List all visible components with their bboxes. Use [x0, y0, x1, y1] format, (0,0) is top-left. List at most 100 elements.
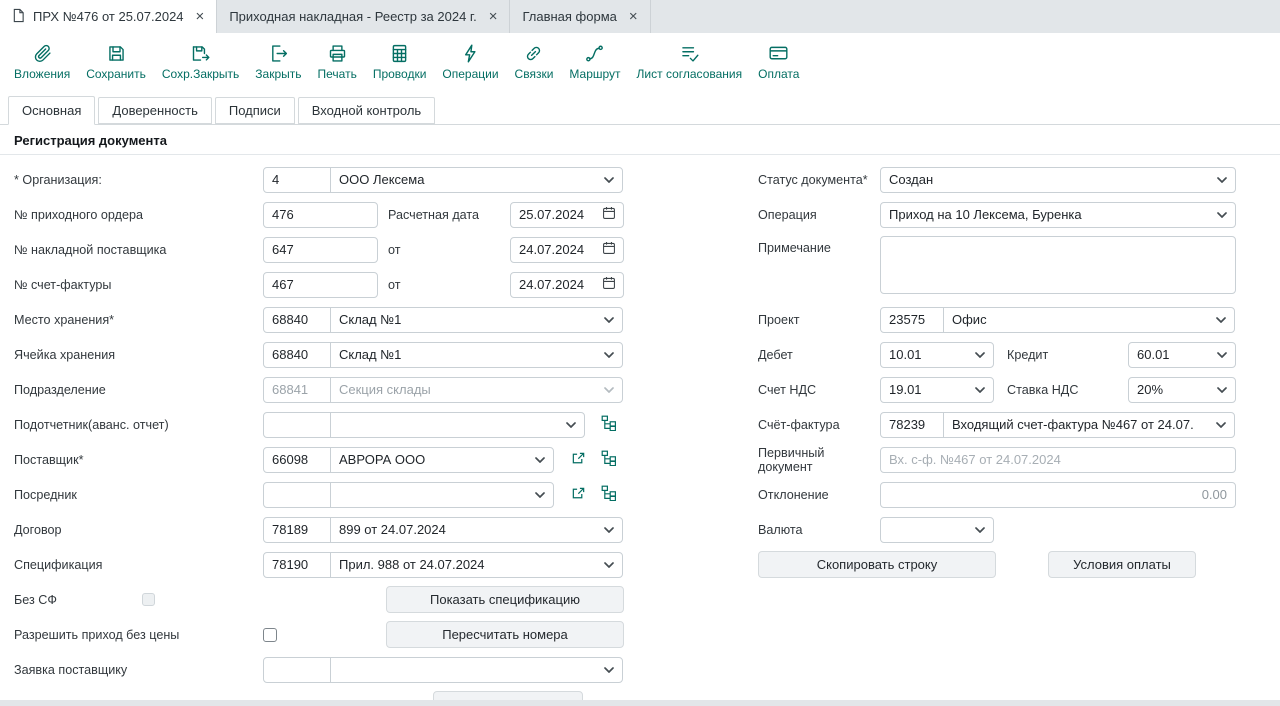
close-tab-icon[interactable]: ×	[489, 9, 498, 24]
organization-select[interactable]: ООО Лексема	[330, 167, 623, 193]
cell-select[interactable]: Склад №1	[330, 342, 623, 368]
tab-input-control[interactable]: Входной контроль	[298, 97, 435, 124]
organization-code-input[interactable]	[263, 167, 331, 193]
field-row-no-sf: Без СФ Показать спецификацию	[14, 582, 624, 617]
intermediary-code-input[interactable]	[263, 482, 331, 508]
field-label: № приходного ордера	[14, 208, 263, 222]
vat-rate-select[interactable]: 20%	[1128, 377, 1236, 403]
field-label: № накладной поставщика	[14, 243, 263, 257]
field-row-storage: Место хранения* Склад №1	[14, 302, 624, 337]
tab-power-of-attorney[interactable]: Доверенность	[98, 97, 211, 124]
field-label: Дебет	[758, 348, 880, 362]
toolbar-button-close[interactable]: Закрыть	[247, 43, 309, 81]
field-label: Расчетная дата	[378, 208, 510, 222]
contract-select[interactable]: 899 от 24.07.2024	[330, 517, 623, 543]
toolbar-label: Сохранить	[86, 67, 146, 81]
toolbar-button-route[interactable]: Маршрут	[561, 43, 628, 81]
supplier-request-select[interactable]	[330, 657, 623, 683]
specification-code-input[interactable]	[263, 552, 331, 578]
supplier-select[interactable]: АВРОРА ООО	[330, 447, 554, 473]
toolbar-button-save[interactable]: Сохранить	[78, 43, 154, 81]
field-label: Валюта	[758, 523, 880, 537]
note-textarea[interactable]	[880, 236, 1236, 294]
open-card-button[interactable]	[565, 447, 591, 473]
payment-terms-button[interactable]: Условия оплаты	[1048, 551, 1196, 578]
deviation-input[interactable]	[880, 482, 1236, 508]
window-tab-main-form[interactable]: Главная форма ×	[510, 0, 650, 33]
field-label: Статус документа*	[758, 173, 880, 187]
field-row-supplier: Поставщик* АВРОРА ООО	[14, 442, 624, 477]
project-code-input[interactable]	[880, 307, 944, 333]
close-tab-icon[interactable]: ×	[196, 9, 205, 24]
accountable-code-input[interactable]	[263, 412, 331, 438]
tab-main[interactable]: Основная	[8, 96, 95, 125]
supplier-request-code-input[interactable]	[263, 657, 331, 683]
currency-select[interactable]	[880, 517, 994, 543]
contract-code-input[interactable]	[263, 517, 331, 543]
vat-account-select[interactable]: 19.01	[880, 377, 994, 403]
accountable-select[interactable]	[330, 412, 585, 438]
toolbar-button-attachments[interactable]: Вложения	[6, 43, 78, 81]
allow-no-price-checkbox[interactable]	[263, 628, 277, 642]
invoice-no-input[interactable]	[263, 272, 378, 298]
order-no-input[interactable]	[263, 202, 378, 228]
project-select[interactable]: Офис	[943, 307, 1235, 333]
department-select: Секция склады	[330, 377, 623, 403]
chevron-down-icon	[1217, 177, 1227, 183]
recalculate-numbers-button[interactable]: Пересчитать номера	[386, 621, 624, 648]
save-close-icon	[190, 43, 211, 64]
toolbar-button-print[interactable]: Печать	[310, 43, 365, 81]
toolbar-button-operations[interactable]: Операции	[434, 43, 506, 81]
operation-select[interactable]: Приход на 10 Лексема, Буренка	[880, 202, 1236, 228]
intermediary-select[interactable]	[330, 482, 554, 508]
field-row-specification: Спецификация Прил. 988 от 24.07.2024	[14, 547, 624, 582]
hierarchy-tree-button[interactable]	[596, 412, 622, 438]
primary-doc-input[interactable]	[880, 447, 1236, 473]
show-specification-button[interactable]: Показать спецификацию	[386, 586, 624, 613]
field-row-currency: Валюта	[758, 512, 1236, 547]
cell-code-input[interactable]	[263, 342, 331, 368]
waybill-no-input[interactable]	[263, 237, 378, 263]
window-tab-document[interactable]: ПРХ №476 от 25.07.2024 ×	[0, 0, 217, 33]
hierarchy-tree-button[interactable]	[596, 447, 622, 473]
window-tab-label: Приходная накладная - Реестр за 2024 г.	[229, 9, 476, 24]
chevron-down-icon	[604, 562, 614, 568]
chevron-down-icon	[975, 352, 985, 358]
hierarchy-tree-button[interactable]	[596, 482, 622, 508]
tab-signatures[interactable]: Подписи	[215, 97, 295, 124]
invoice-ref-code-input[interactable]	[880, 412, 944, 438]
calculator-grid-icon	[389, 43, 410, 64]
toolbar-label: Закрыть	[255, 67, 301, 81]
storage-select[interactable]: Склад №1	[330, 307, 623, 333]
invoice-date-input[interactable]: 24.07.2024	[510, 272, 624, 298]
route-icon	[584, 43, 605, 64]
field-label: Договор	[14, 523, 263, 537]
open-card-button[interactable]	[565, 482, 591, 508]
status-select[interactable]: Создан	[880, 167, 1236, 193]
storage-code-input[interactable]	[263, 307, 331, 333]
copy-row-button[interactable]: Скопировать строку	[758, 551, 996, 578]
toolbar-button-postings[interactable]: Проводки	[365, 43, 435, 81]
specification-select[interactable]: Прил. 988 от 24.07.2024	[330, 552, 623, 578]
field-row-cell: Ячейка хранения Склад №1	[14, 337, 624, 372]
field-row-invoice-no: № счет-фактуры от 24.07.2024	[14, 267, 624, 302]
toolbar-button-links[interactable]: Связки	[507, 43, 562, 81]
field-row-project: Проект Офис	[758, 302, 1236, 337]
toolbar-button-approval-sheet[interactable]: Лист согласования	[629, 43, 751, 81]
checklist-icon	[679, 43, 700, 64]
paperclip-icon	[32, 43, 53, 64]
supplier-code-input[interactable]	[263, 447, 331, 473]
field-row-intermediary: Посредник	[14, 477, 624, 512]
waybill-date-input[interactable]: 24.07.2024	[510, 237, 624, 263]
toolbar-button-payment[interactable]: Оплата	[750, 43, 807, 81]
chevron-down-icon	[535, 492, 545, 498]
calc-date-input[interactable]: 25.07.2024	[510, 202, 624, 228]
debit-select[interactable]: 10.01	[880, 342, 994, 368]
field-row-supplier-request: Заявка поставщику	[14, 652, 624, 687]
close-tab-icon[interactable]: ×	[629, 9, 638, 24]
credit-select[interactable]: 60.01	[1128, 342, 1236, 368]
toolbar-button-save-close[interactable]: Сохр.Закрыть	[154, 43, 247, 81]
field-row-note: Примечание	[758, 232, 1236, 302]
window-tab-registry[interactable]: Приходная накладная - Реестр за 2024 г. …	[217, 0, 510, 33]
invoice-ref-select[interactable]: Входящий счет-фактура №467 от 24.07.	[943, 412, 1235, 438]
